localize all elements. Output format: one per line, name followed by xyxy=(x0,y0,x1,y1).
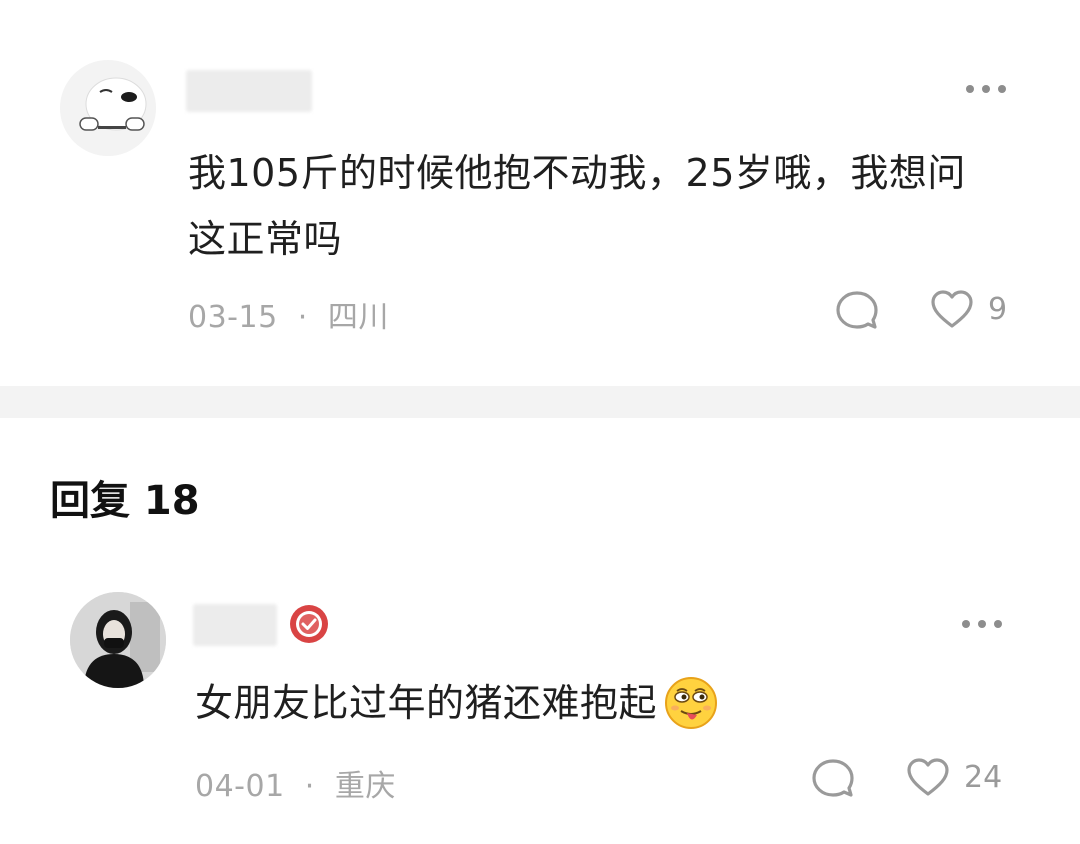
reply-avatar[interactable] xyxy=(70,592,166,688)
main-comment-like-count: 9 xyxy=(988,291,1008,327)
main-comment-reply-button[interactable] xyxy=(834,288,880,334)
reply-meta: 04-01 · 重庆 xyxy=(195,761,396,805)
main-comment-meta: 03-15 · 四川 xyxy=(188,292,389,336)
main-comment-text: 我105斤的时候他抱不动我，25岁哦，我想问这正常吗 xyxy=(188,151,966,261)
reply-more-icon[interactable] xyxy=(962,620,1002,628)
main-comment-like-button[interactable]: 9 xyxy=(930,288,1007,330)
person-photo-icon xyxy=(70,592,166,688)
main-comment-location: 四川 xyxy=(327,300,389,335)
main-comment-more-icon[interactable] xyxy=(966,85,1006,93)
cartoon-character-icon xyxy=(60,60,156,156)
comment-bubble-icon xyxy=(836,291,878,329)
reply-text: 女朋友比过年的猪还难抱起 xyxy=(195,681,658,725)
verified-badge-icon xyxy=(290,605,328,643)
section-divider xyxy=(0,386,1080,418)
reply-like-count: 24 xyxy=(964,759,1003,795)
reply-like-button[interactable]: 24 xyxy=(906,756,1002,798)
meta-separator: · xyxy=(297,300,308,335)
reply-location: 重庆 xyxy=(334,769,396,804)
meta-separator: · xyxy=(304,769,315,804)
main-comment-username[interactable] xyxy=(186,70,312,112)
main-comment-date: 03-15 xyxy=(188,300,278,335)
reply-username[interactable] xyxy=(193,604,277,646)
reply-date: 04-01 xyxy=(195,769,285,804)
reply-verified-badge xyxy=(288,603,330,645)
heart-icon xyxy=(931,290,973,328)
heart-icon xyxy=(907,758,949,796)
reply-text-line: 女朋友比过年的猪还难抱起 xyxy=(195,670,719,736)
replies-count-header: 回复 18 xyxy=(50,478,200,524)
main-comment-avatar[interactable] xyxy=(60,60,156,156)
reply-reply-button[interactable] xyxy=(810,756,856,802)
tongue-out-emoji-icon xyxy=(663,675,719,731)
comment-bubble-icon xyxy=(812,759,854,797)
